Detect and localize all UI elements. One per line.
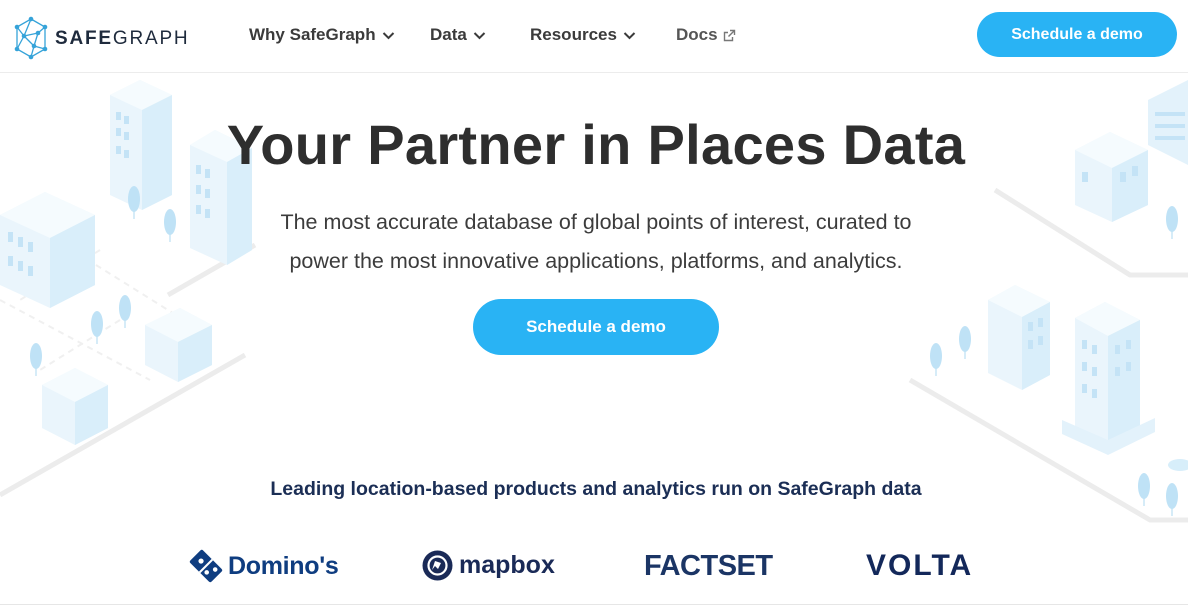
partner-logo-factset: FACTSET [644,545,773,587]
hero-schedule-demo-button[interactable]: Schedule a demo [473,299,719,355]
chevron-down-icon [382,31,394,39]
dominos-logo-icon [189,549,223,583]
factset-wordmark: FACTSET [644,549,773,582]
hero-title: Your Partner in Places Data [226,113,966,176]
safegraph-logo[interactable]: SAFEGRAPH [14,16,189,60]
nav-resources-label: Resources [530,25,617,44]
chevron-down-icon [473,31,486,39]
nav-why-safegraph-label: Why SafeGraph [249,25,376,44]
partner-logo-mapbox: mapbox [422,544,555,586]
nav-schedule-demo-button[interactable]: Schedule a demo [977,12,1177,57]
nav-data[interactable]: Data [430,23,486,47]
hero-subtitle: The most accurate database of global poi… [0,203,1188,281]
nav-resources[interactable]: Resources [530,23,636,47]
dominos-wordmark: Domino's [228,551,339,580]
section-divider [0,604,1188,605]
mapbox-logo-icon [422,550,453,580]
mapbox-wordmark: mapbox [459,550,555,579]
external-link-icon [723,29,735,41]
logo-wordmark: SAFEGRAPH [55,27,190,49]
nav-docs-label: Docs [676,25,718,44]
partner-logo-dominos: Domino's [189,545,339,587]
partners-heading: Leading location-based products and anal… [270,478,922,500]
volta-wordmark: VOLTA [866,549,974,582]
safegraph-network-icon [14,16,48,60]
nav-why-safegraph[interactable]: Why SafeGraph [249,23,395,47]
chevron-down-icon [623,31,636,39]
nav-data-label: Data [430,25,467,44]
hero-subtitle-line-2: power the most innovative applications, … [289,249,903,273]
hero-subtitle-line-1: The most accurate database of global poi… [280,210,912,234]
nav-docs[interactable]: Docs [676,23,736,47]
top-nav: SAFEGRAPH Why SafeGraph Data Resources D… [0,0,1188,73]
partner-logo-volta: VOLTA [866,545,973,587]
